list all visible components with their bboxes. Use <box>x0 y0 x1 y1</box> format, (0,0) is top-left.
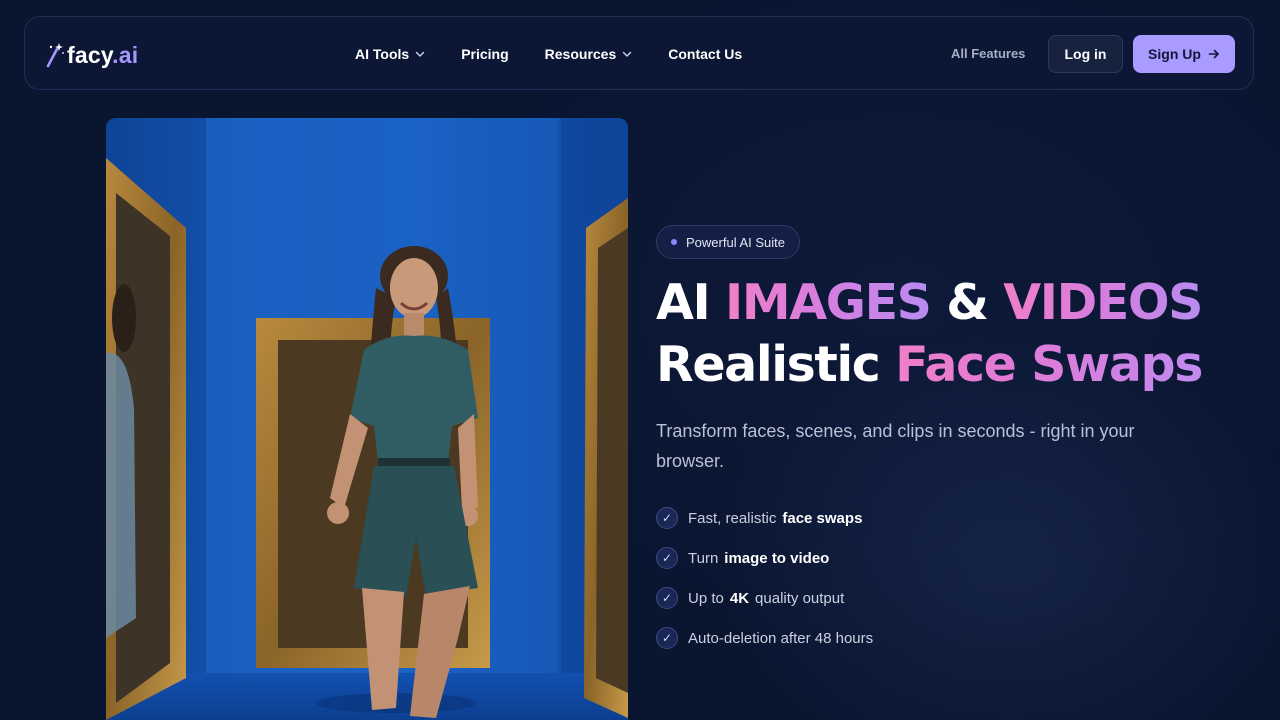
feature-item: ✓ Auto-deletion after 48 hours <box>656 626 873 650</box>
hero-headline: AI IMAGES & VIDEOS Realistic Face Swaps <box>656 272 1203 396</box>
nav-item-contact-us[interactable]: Contact Us <box>668 46 742 62</box>
headline-highlight: Face Swaps <box>895 336 1203 393</box>
arrow-right-icon <box>1208 49 1219 59</box>
feature-text: Up to <box>688 589 724 607</box>
check-icon: ✓ <box>656 587 678 609</box>
hero-photo-illustration <box>106 118 628 720</box>
feature-highlight: 4K <box>729 589 750 607</box>
signup-button[interactable]: Sign Up <box>1133 35 1235 73</box>
nav-item-label: Resources <box>544 46 617 62</box>
brand-name: facy.ai <box>67 41 139 68</box>
feature-item: ✓ Up to 4K quality output <box>656 586 873 610</box>
chevron-down-icon <box>415 51 425 57</box>
feature-text: Fast, realistic <box>688 509 777 527</box>
nav-item-label: Contact Us <box>668 46 743 62</box>
magic-wand-icon <box>46 43 64 68</box>
feature-item: ✓ Turn image to video <box>656 546 873 570</box>
feature-text-suffix: quality output <box>755 589 845 607</box>
feature-highlight: image to video <box>724 549 830 567</box>
top-navbar: facy.ai AI Tools Pricing Resources Conta… <box>24 16 1254 90</box>
check-icon: ✓ <box>656 547 678 569</box>
feature-text: Turn <box>688 549 719 567</box>
check-icon: ✓ <box>656 507 678 529</box>
nav-item-label: AI Tools <box>355 46 410 62</box>
feature-highlight: face swaps <box>782 509 863 527</box>
main-nav: AI Tools Pricing Resources Contact Us <box>355 17 778 91</box>
headline-line-1: AI IMAGES & VIDEOS <box>656 272 1203 334</box>
headline-ampersand: & <box>946 274 989 331</box>
headline-line-2: Realistic Face Swaps <box>656 334 1203 396</box>
hero-badge: Powerful AI Suite <box>656 225 800 259</box>
feature-text: Auto-deletion after 48 hours <box>688 629 874 647</box>
headline-word: AI <box>656 274 711 331</box>
headline-highlight: VIDEOS <box>1003 274 1203 331</box>
nav-item-ai-tools[interactable]: AI Tools <box>355 46 425 62</box>
badge-dot-icon <box>671 239 677 245</box>
headline-highlight: IMAGES <box>725 274 932 331</box>
check-icon: ✓ <box>656 627 678 649</box>
hero-subtitle: Transform faces, scenes, and clips in se… <box>656 421 1135 471</box>
brand-logo[interactable]: facy.ai <box>45 40 138 70</box>
feature-item: ✓ Fast, realistic face swaps <box>656 506 873 530</box>
badge-label: Powerful AI Suite <box>686 234 785 250</box>
hero-image <box>106 118 628 720</box>
nav-item-pricing[interactable]: Pricing <box>461 46 508 62</box>
signup-button-label: Sign Up <box>1148 46 1201 62</box>
feature-list: ✓ Fast, realistic face swaps ✓ Turn imag… <box>656 506 873 666</box>
headline-word: Realistic <box>656 336 881 393</box>
nav-item-resources[interactable]: Resources <box>545 46 633 62</box>
nav-item-label: Pricing <box>461 46 509 62</box>
chevron-down-icon <box>623 51 632 57</box>
all-features-link[interactable]: All Features <box>951 46 1025 61</box>
login-button[interactable]: Log in <box>1048 35 1123 73</box>
